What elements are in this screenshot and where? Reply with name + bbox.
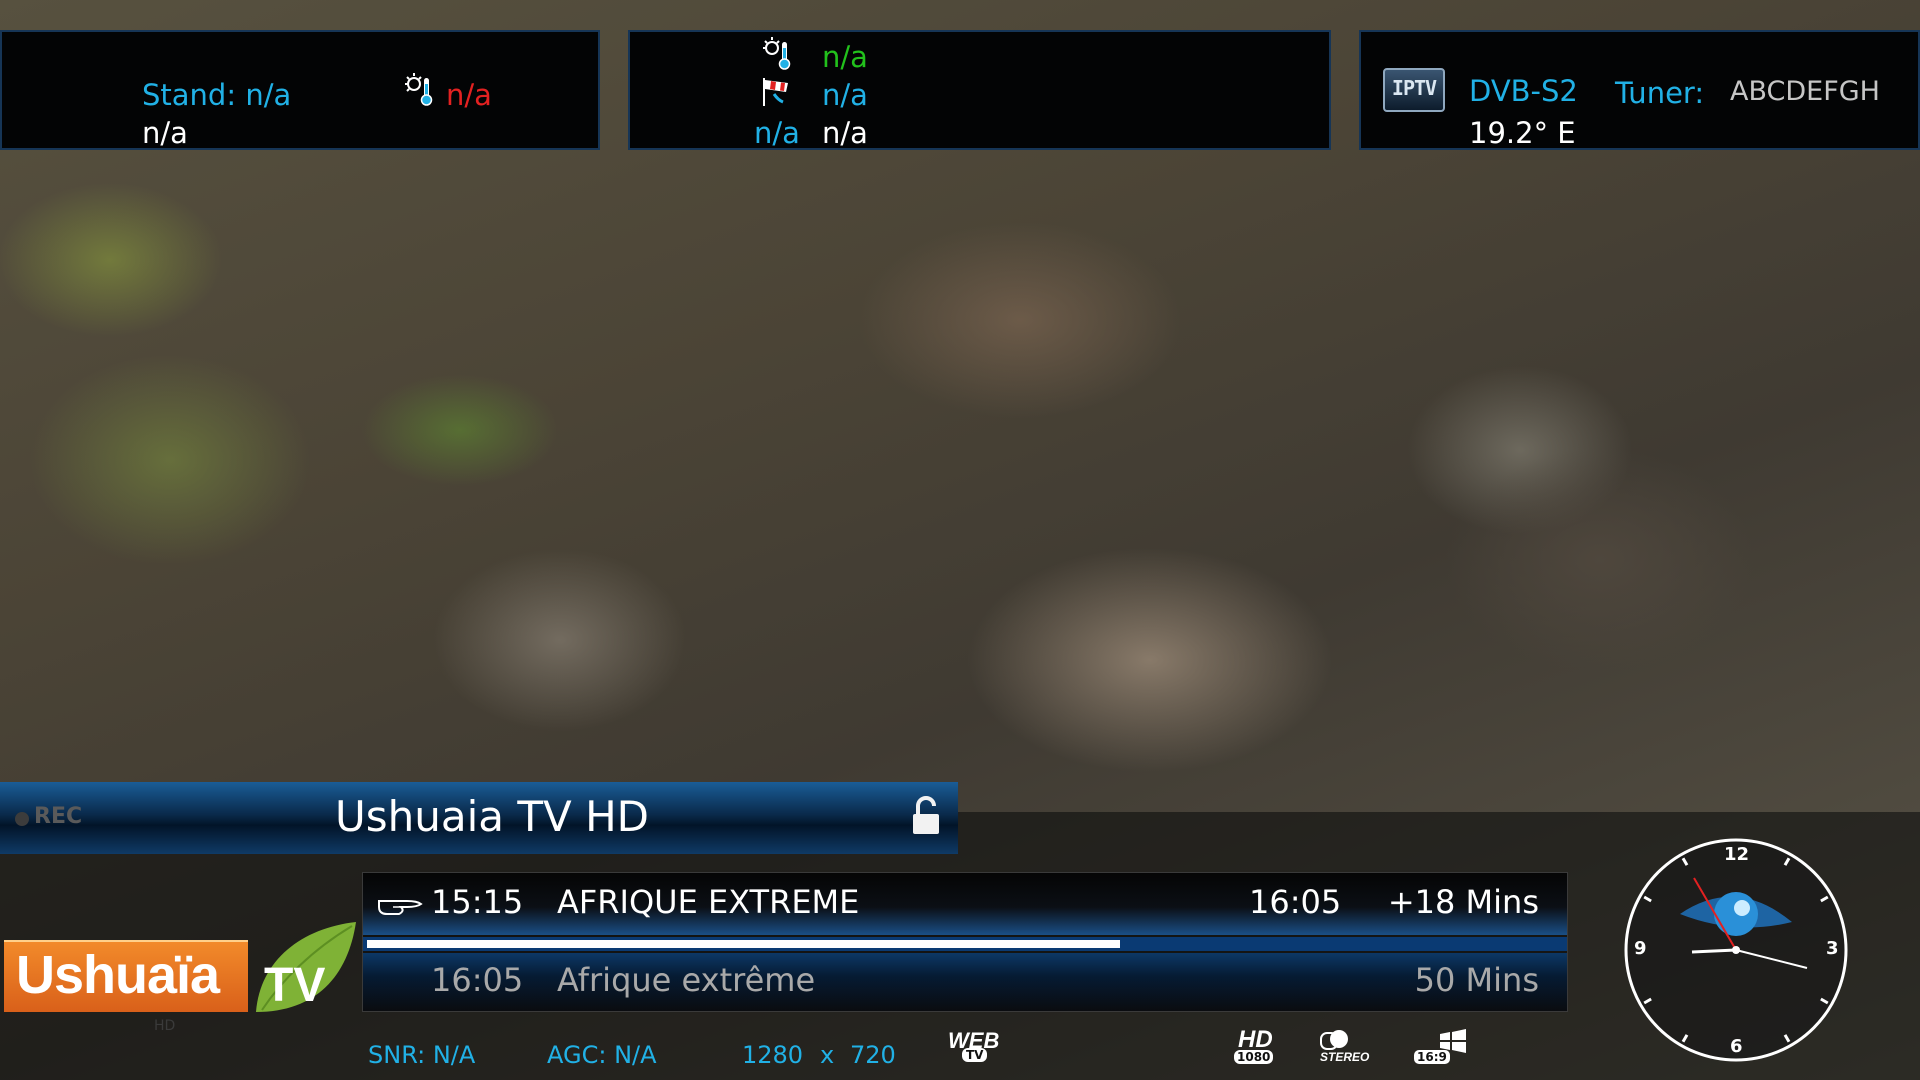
now-end: 16:05 <box>1249 883 1342 921</box>
unlock-icon <box>913 796 939 834</box>
stand-label: Stand: n/a <box>142 78 292 112</box>
middle-row2-value: n/a <box>822 78 868 112</box>
middle-row3-value: n/a <box>822 116 868 150</box>
sun-thermometer-icon <box>763 37 791 70</box>
temp-value: n/a <box>446 78 492 112</box>
now-title: AFRIQUE EXTREME <box>557 883 860 921</box>
stereo-badge: STEREO <box>1318 1028 1382 1068</box>
signal-panel-right: IPTV DVB-S2 Tuner: ABCDEFGH 19.2° E <box>1359 30 1920 150</box>
signal-panel-middle: n/a n/a n/a n/a <box>628 30 1331 150</box>
logo-tv: TV <box>264 959 326 1012</box>
logo-name: Ushuaïa <box>16 945 220 1005</box>
next-title: Afrique extrême <box>557 961 816 999</box>
satellite-position: 19.2° E <box>1469 116 1576 150</box>
now-remaining: +18 Mins <box>1387 883 1539 921</box>
now-start: 15:15 <box>431 883 524 921</box>
next-start: 16:05 <box>431 961 524 999</box>
web-tv-badge: WEB TV <box>948 1028 1000 1062</box>
channel-name: Ushuaia TV HD <box>335 792 650 841</box>
logo-sub: HD <box>154 1018 176 1034</box>
progress-bar <box>363 937 1567 951</box>
clock-6: 6 <box>1730 1036 1743 1057</box>
epg-box: 15:15 AFRIQUE EXTREME 16:05 +18 Mins 16:… <box>362 872 1568 1012</box>
sun-thermometer-icon <box>405 73 433 106</box>
snr-value: SNR: N/A <box>368 1041 476 1069</box>
next-duration: 50 Mins <box>1414 961 1539 999</box>
analog-clock: 12 3 6 9 <box>1622 836 1850 1064</box>
middle-row3-label: n/a <box>754 116 800 150</box>
rec-dot-icon <box>15 812 29 826</box>
stand-value: n/a <box>142 116 188 150</box>
channel-logo: Ushuaïa TV HD <box>4 920 356 1034</box>
resolution-width: 1280 <box>742 1041 804 1069</box>
progress-fill <box>367 940 1120 948</box>
rec-label: REC <box>34 804 83 829</box>
clock-12: 12 <box>1724 844 1750 865</box>
tuner-label: Tuner: <box>1615 76 1705 110</box>
channel-bar: REC Ushuaia TV HD <box>0 782 958 854</box>
resolution-height: 720 <box>850 1041 896 1069</box>
clock-3: 3 <box>1826 938 1839 959</box>
epg-next-row: 16:05 Afrique extrême 50 Mins <box>363 953 1567 1011</box>
hd-1080-badge: HD 1080 <box>1232 1026 1284 1068</box>
agc-value: AGC: N/A <box>547 1041 657 1069</box>
windsock-icon <box>763 78 788 106</box>
clock-9: 9 <box>1634 938 1647 959</box>
delivery-system: DVB-S2 <box>1469 74 1578 108</box>
middle-row1-value: n/a <box>822 40 868 74</box>
iptv-icon: IPTV <box>1383 68 1445 112</box>
pointing-hand-icon <box>378 900 423 915</box>
resolution-x: x <box>820 1041 835 1069</box>
signal-panel-left: Stand: n/a n/a n/a <box>0 30 600 150</box>
epg-now-row: 15:15 AFRIQUE EXTREME 16:05 +18 Mins <box>363 873 1567 935</box>
tuner-name: ABCDEFGH <box>1730 76 1880 107</box>
aspect-16-9-badge: 16:9 <box>1412 1028 1474 1068</box>
